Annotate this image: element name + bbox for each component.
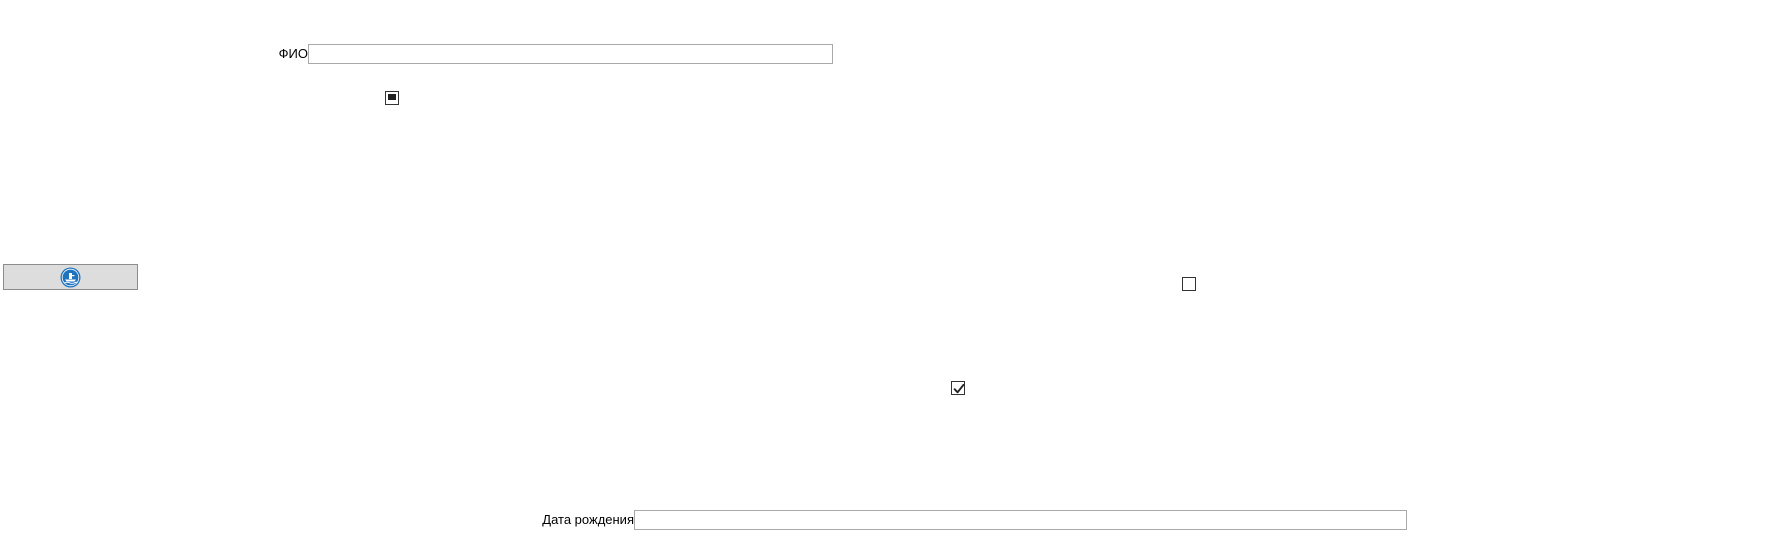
- full-name-field[interactable]: [308, 44, 833, 64]
- full-name-label: ФИО: [278, 46, 308, 61]
- birth-date-field[interactable]: [634, 510, 1407, 530]
- indeterminate-checkbox[interactable]: [385, 91, 399, 105]
- unchecked-checkbox[interactable]: [1182, 277, 1196, 291]
- indeterminate-mark-icon: [388, 94, 396, 100]
- image-button[interactable]: [3, 264, 138, 290]
- checkmark-icon: [953, 383, 965, 394]
- checked-checkbox[interactable]: [951, 381, 965, 395]
- birth-date-label: Дата рождения: [542, 512, 634, 527]
- blue-round-emblem-icon: [60, 267, 81, 288]
